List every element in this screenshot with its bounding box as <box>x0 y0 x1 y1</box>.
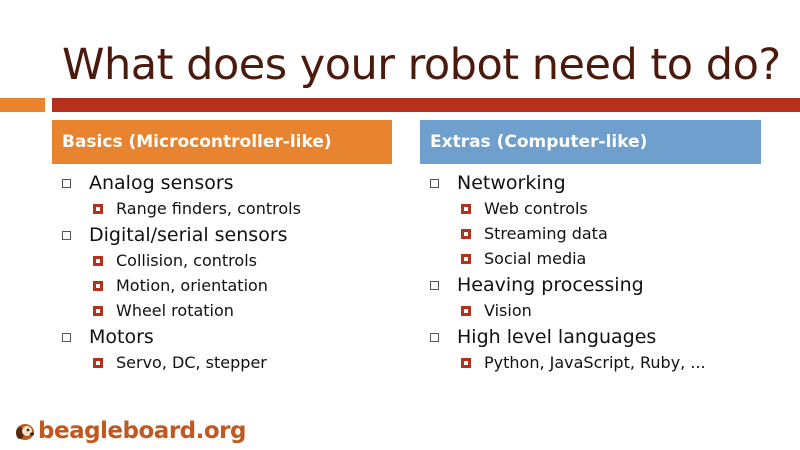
filled-square-bullet-icon <box>461 204 471 214</box>
sub-list-item: Vision <box>457 298 706 323</box>
beagleboard-logo: beagleboard.org <box>14 418 246 444</box>
sub-list-item-label: Collision, controls <box>116 251 257 270</box>
filled-square-bullet-icon <box>461 254 471 264</box>
sub-list-item: Web controls <box>457 196 706 221</box>
sub-list-item-label: Servo, DC, stepper <box>116 353 267 372</box>
square-bullet-icon <box>430 281 439 290</box>
filled-square-bullet-icon <box>93 204 103 214</box>
filled-square-bullet-icon <box>93 281 103 291</box>
square-bullet-icon <box>62 333 71 342</box>
sub-list-item-label: Streaming data <box>484 224 608 243</box>
list-item: Motors Servo, DC, stepper <box>62 325 301 375</box>
slide-title: What does your robot need to do? <box>62 40 781 90</box>
left-column-header: Basics (Microcontroller-like) <box>52 120 392 164</box>
list-item: Digital/serial sensors Collision, contro… <box>62 223 301 323</box>
sub-list-item: Motion, orientation <box>89 273 301 298</box>
list-item-label: Heaving processing <box>457 274 644 296</box>
accent-bar-right <box>52 98 800 112</box>
sub-list-item-label: Vision <box>484 301 532 320</box>
list-item: Heaving processing Vision <box>430 273 706 323</box>
sub-list-item: Social media <box>457 246 706 271</box>
sub-list-item: Wheel rotation <box>89 298 301 323</box>
filled-square-bullet-icon <box>93 306 103 316</box>
list-item-label: Analog sensors <box>89 172 234 194</box>
sub-list-item: Python, JavaScript, Ruby, ... <box>457 350 706 375</box>
accent-bar-left <box>0 98 45 112</box>
sub-list-item: Range finders, controls <box>89 196 301 221</box>
list-item: High level languages Python, JavaScript,… <box>430 325 706 375</box>
right-column-header: Extras (Computer-like) <box>420 120 761 164</box>
list-item-label: High level languages <box>457 326 657 348</box>
filled-square-bullet-icon <box>461 358 471 368</box>
logo-text: beagleboard.org <box>38 418 246 444</box>
list-item: Networking Web controls Streaming data S… <box>430 171 706 271</box>
filled-square-bullet-icon <box>461 306 471 316</box>
sub-list-item: Collision, controls <box>89 248 301 273</box>
filled-square-bullet-icon <box>461 229 471 239</box>
sub-list-item-label: Web controls <box>484 199 588 218</box>
sub-list-item-label: Range finders, controls <box>116 199 301 218</box>
sub-list-item-label: Wheel rotation <box>116 301 234 320</box>
sub-list-item-label: Python, JavaScript, Ruby, ... <box>484 353 706 372</box>
filled-square-bullet-icon <box>93 358 103 368</box>
filled-square-bullet-icon <box>93 256 103 266</box>
list-item-label: Digital/serial sensors <box>89 224 288 246</box>
square-bullet-icon <box>430 179 439 188</box>
square-bullet-icon <box>430 333 439 342</box>
list-item-label: Networking <box>457 172 566 194</box>
sub-list-item-label: Social media <box>484 249 587 268</box>
beagle-dog-icon <box>16 424 34 440</box>
sub-list-item-label: Motion, orientation <box>116 276 268 295</box>
sub-list-item: Servo, DC, stepper <box>89 350 301 375</box>
square-bullet-icon <box>62 179 71 188</box>
right-column-list: Networking Web controls Streaming data S… <box>430 171 706 377</box>
list-item-label: Motors <box>89 326 154 348</box>
list-item: Analog sensors Range finders, controls <box>62 171 301 221</box>
left-column-list: Analog sensors Range finders, controls D… <box>62 171 301 377</box>
sub-list-item: Streaming data <box>457 221 706 246</box>
square-bullet-icon <box>62 231 71 240</box>
